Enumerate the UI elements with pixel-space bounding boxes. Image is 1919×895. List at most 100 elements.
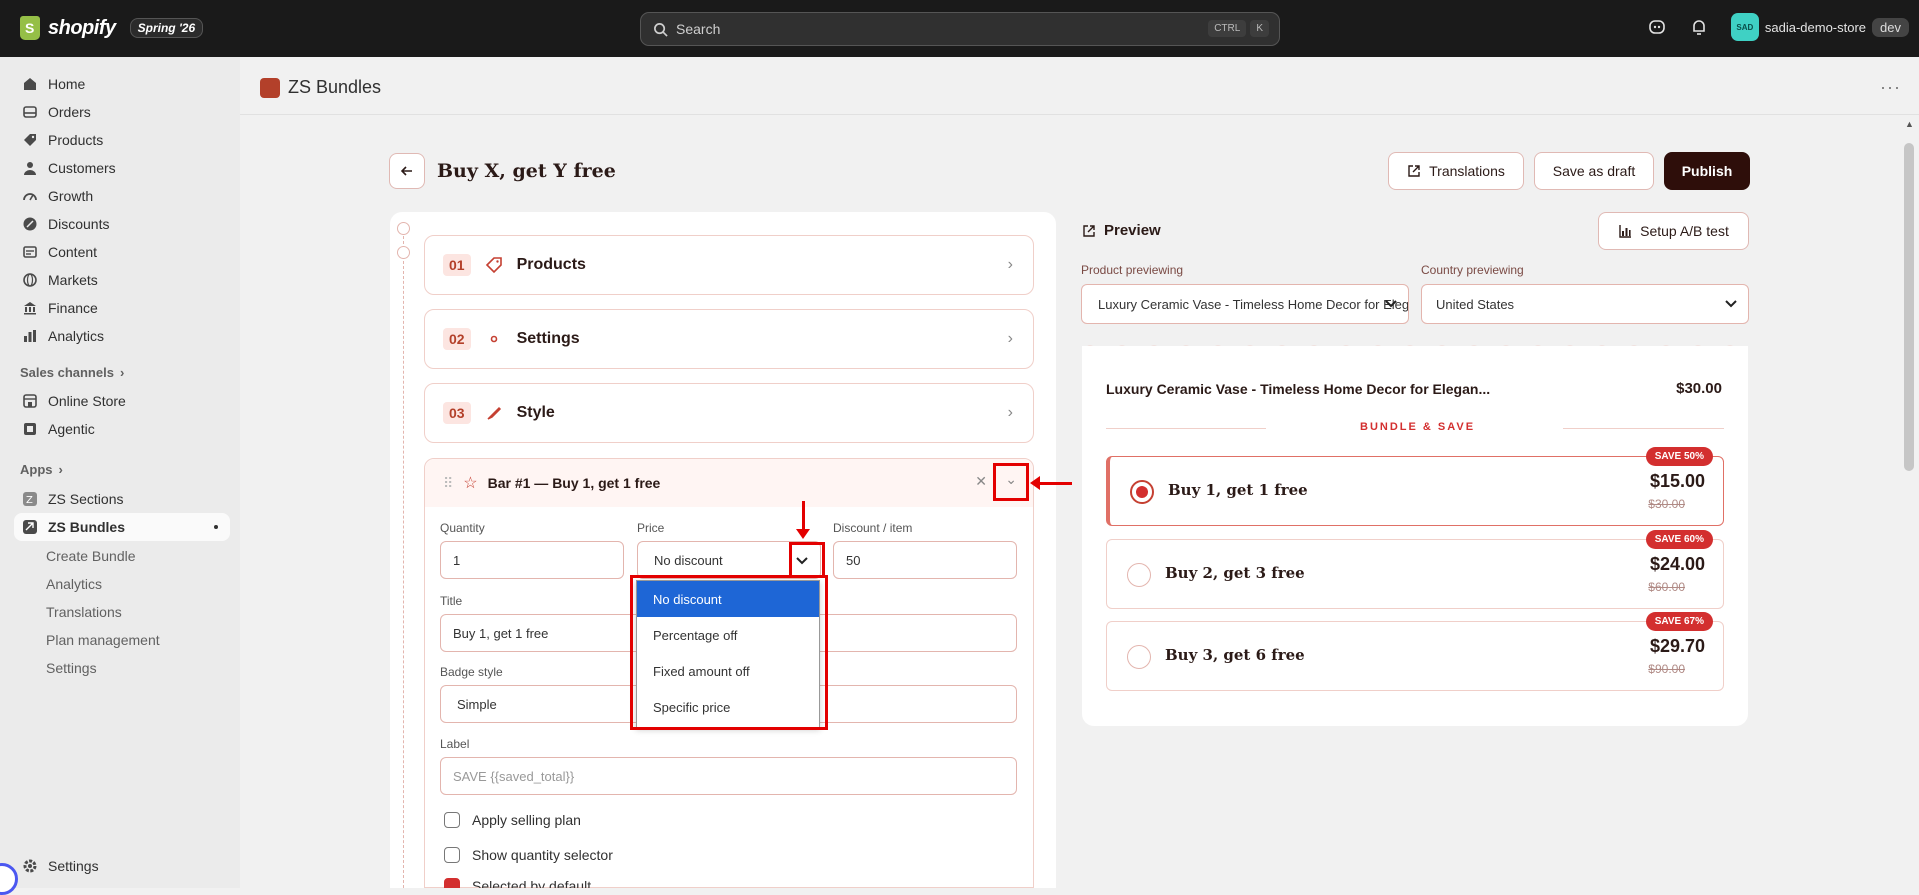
- sidebar: Home Orders Products Customers Growth Di…: [0, 57, 240, 895]
- scroll-up-arrow-icon[interactable]: ▲: [1905, 119, 1914, 129]
- sidebar-subitem-analytics[interactable]: Analytics: [46, 576, 102, 592]
- radio-unselected[interactable]: [1127, 563, 1151, 587]
- drag-handle-icon[interactable]: ⠿: [443, 475, 453, 492]
- radio-unselected[interactable]: [1127, 645, 1151, 669]
- country-previewing-select[interactable]: United States: [1421, 284, 1749, 324]
- discount-input[interactable]: 50: [833, 541, 1017, 579]
- sidebar-item-label: Markets: [48, 272, 98, 288]
- tag-icon: [24, 134, 36, 146]
- sidebar-item-label: Growth: [48, 188, 94, 204]
- back-button[interactable]: [389, 153, 425, 189]
- label-input[interactable]: SAVE {{saved_total}}: [440, 757, 1017, 795]
- save-badge: SAVE 67%: [1645, 612, 1713, 631]
- zs-bundles-icon: [23, 520, 37, 534]
- store-menu[interactable]: SAD sadia-demo-store dev: [1730, 13, 1909, 41]
- sidebar-item-analytics[interactable]: Analytics: [14, 322, 230, 350]
- sidebar-item-zs-sections[interactable]: Z ZS Sections: [14, 485, 230, 513]
- zs-bundles-logo-icon: [260, 77, 280, 98]
- shopify-logo[interactable]: shopify Spring '26: [20, 16, 204, 40]
- divider-line: [1106, 428, 1266, 429]
- bell-icon[interactable]: [1689, 17, 1709, 37]
- annotation-box-bar-toggle: [993, 463, 1029, 501]
- sidebar-item-customers[interactable]: Customers: [14, 154, 230, 182]
- sidebar-item-markets[interactable]: Markets: [14, 266, 230, 294]
- sales-channels-heading[interactable]: Sales channels ›: [20, 365, 124, 380]
- offer-old-price: $60.00: [1648, 580, 1685, 594]
- show-quantity-selector-checkbox[interactable]: Show quantity selector: [444, 847, 613, 863]
- checkbox-label: Selected by default: [472, 878, 592, 888]
- top-bar: shopify Spring '26 Search CTRL K SAD sad…: [0, 0, 1919, 57]
- annotation-box-dropdown: [630, 575, 828, 730]
- chevron-right-icon: ›: [1007, 330, 1013, 347]
- checkbox-box[interactable]: [444, 847, 460, 863]
- sidebar-item-label: ZS Sections: [48, 491, 124, 507]
- offer-price: $24.00: [1649, 554, 1705, 574]
- checkbox-box[interactable]: [444, 878, 460, 888]
- search-bar[interactable]: Search CTRL K: [640, 12, 1280, 46]
- close-icon[interactable]: ✕: [975, 473, 987, 490]
- sidebar-item-discounts[interactable]: Discounts: [14, 210, 230, 238]
- sidebar-subitem-create-bundle[interactable]: Create Bundle: [46, 548, 136, 564]
- sidebar-item-growth[interactable]: Growth: [14, 182, 230, 210]
- apps-label: Apps: [20, 462, 53, 477]
- step-timeline: [403, 236, 404, 888]
- step-label: Style: [516, 404, 555, 421]
- sidebar-item-content[interactable]: Content: [14, 238, 230, 266]
- translations-label: Translations: [1429, 163, 1505, 179]
- publish-button[interactable]: Publish: [1664, 152, 1750, 190]
- sidebar-subitem-translations[interactable]: Translations: [46, 604, 122, 620]
- save-draft-button[interactable]: Save as draft: [1534, 152, 1654, 190]
- step-products[interactable]: 01 Products ›: [424, 235, 1034, 295]
- kbd-k: K: [1250, 20, 1269, 37]
- offer-option[interactable]: Buy 2, get 3 free $24.00 $60.00 SAVE 60%: [1106, 530, 1724, 609]
- apply-selling-plan-checkbox[interactable]: Apply selling plan: [444, 812, 581, 828]
- offer-option[interactable]: Buy 1, get 1 free $15.00 $30.00 SAVE 50%: [1106, 447, 1724, 526]
- offer-price: $15.00: [1649, 471, 1705, 491]
- more-actions-button[interactable]: ···: [1880, 77, 1901, 98]
- sidebar-item-label: Settings: [48, 858, 99, 874]
- chevron-right-icon: ›: [1007, 404, 1013, 421]
- inbox-icon: [23, 106, 37, 118]
- selected-by-default-checkbox[interactable]: Selected by default: [444, 878, 591, 888]
- release-tag: Spring '26: [129, 18, 204, 38]
- offer-option[interactable]: Buy 3, get 6 free $29.70 $90.00 SAVE 67%: [1106, 612, 1724, 691]
- assistant-icon[interactable]: [1647, 17, 1667, 37]
- quantity-input[interactable]: 1: [440, 541, 624, 579]
- product-previewing-select[interactable]: Luxury Ceramic Vase - Timeless Home Deco…: [1081, 284, 1409, 324]
- preview-product-title: Luxury Ceramic Vase - Timeless Home Deco…: [1106, 381, 1491, 397]
- sidebar-item-finance[interactable]: Finance: [14, 294, 230, 322]
- apps-heading[interactable]: Apps ›: [20, 462, 63, 477]
- sidebar-subitem-plan-management[interactable]: Plan management: [46, 632, 160, 648]
- step-number: 02: [443, 328, 471, 350]
- step-style[interactable]: 03 Style ›: [424, 383, 1034, 443]
- sidebar-item-orders[interactable]: Orders: [14, 98, 230, 126]
- translations-button[interactable]: Translations: [1388, 152, 1524, 190]
- badge-style-label: Badge style: [440, 665, 503, 679]
- offer-title: Buy 2, get 3 free: [1165, 564, 1305, 582]
- annotation-box-price-toggle: [789, 542, 825, 578]
- preview-product-price: $30.00: [1676, 380, 1722, 397]
- step-settings[interactable]: 02 Settings ›: [424, 309, 1034, 369]
- sidebar-item-label: ZS Bundles: [48, 519, 126, 535]
- gauge-icon: [23, 193, 37, 201]
- sidebar-item-home[interactable]: Home: [14, 70, 230, 98]
- setup-ab-test-button[interactable]: Setup A/B test: [1598, 212, 1749, 250]
- sidebar-item-label: Products: [48, 132, 104, 148]
- chevron-right-icon: ›: [1007, 256, 1013, 273]
- save-draft-label: Save as draft: [1552, 163, 1636, 179]
- sidebar-item-online-store[interactable]: Online Store: [14, 387, 230, 415]
- scroll-thumb[interactable]: [1904, 143, 1914, 471]
- page-scrollbar[interactable]: ▲: [1900, 115, 1919, 888]
- preview-heading: Preview: [1082, 222, 1161, 239]
- radio-selected[interactable]: [1130, 480, 1154, 504]
- sidebar-item-zs-bundles[interactable]: ZS Bundles: [14, 513, 230, 541]
- title-label: Title: [440, 594, 463, 608]
- search-shortcut: CTRL K: [1208, 20, 1269, 37]
- sidebar-subitem-settings[interactable]: Settings: [46, 660, 97, 676]
- product-previewing-label: Product previewing: [1081, 263, 1184, 277]
- checkbox-box[interactable]: [444, 812, 460, 828]
- sidebar-item-settings[interactable]: Settings: [14, 852, 230, 880]
- sidebar-item-products[interactable]: Products: [14, 126, 230, 154]
- bar-header[interactable]: ⠿ ☆ Bar #1 — Buy 1, get 1 free ✕ ⌄: [425, 459, 1033, 507]
- sidebar-item-agentic[interactable]: Agentic: [14, 415, 230, 443]
